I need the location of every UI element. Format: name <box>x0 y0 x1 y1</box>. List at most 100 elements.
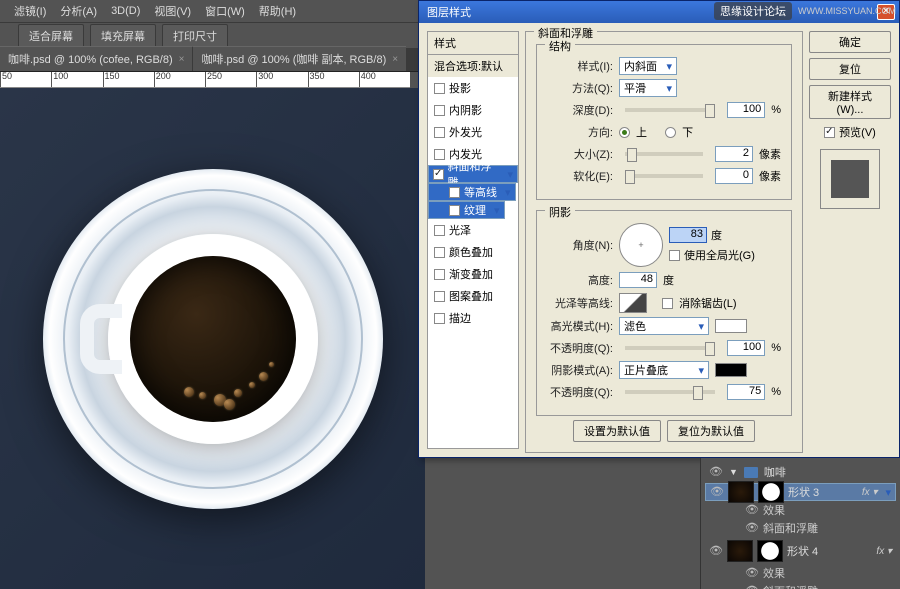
style-gradient-overlay[interactable]: 渐变叠加 <box>428 263 518 285</box>
preview-swatch <box>820 149 880 209</box>
ok-button[interactable]: 确定 <box>809 31 891 53</box>
disclosure-icon[interactable]: ▼ <box>729 467 738 477</box>
shadow-opacity-input[interactable]: 75 <box>727 384 765 400</box>
visibility-icon[interactable]: 👁 <box>709 544 723 558</box>
style-inner-shadow[interactable]: 内阴影 <box>428 99 518 121</box>
checkbox[interactable] <box>434 127 445 138</box>
style-outer-glow[interactable]: 外发光 <box>428 121 518 143</box>
checkbox[interactable] <box>434 83 445 94</box>
folder-icon <box>744 467 758 478</box>
checkbox[interactable] <box>434 269 445 280</box>
close-icon[interactable]: × <box>392 54 398 65</box>
dialog-title: 图层样式 <box>427 4 471 20</box>
angle-input[interactable]: 83 <box>669 227 707 243</box>
visibility-icon[interactable]: 👁 <box>745 503 759 517</box>
menu-window[interactable]: 窗口(W) <box>199 1 251 21</box>
shadow-color-swatch[interactable] <box>715 363 747 377</box>
highlight-mode-select[interactable]: 滤色 <box>619 317 709 335</box>
style-pattern-overlay[interactable]: 图案叠加 <box>428 285 518 307</box>
visibility-icon[interactable]: 👁 <box>709 465 723 479</box>
style-texture[interactable]: 纹理 <box>428 201 505 219</box>
checkbox[interactable] <box>434 225 445 236</box>
layer-row[interactable]: 👁 形状 3 fx ▾ <box>705 483 896 501</box>
style-satin[interactable]: 光泽 <box>428 219 518 241</box>
menu-3d[interactable]: 3D(D) <box>105 3 146 19</box>
preview-checkbox[interactable] <box>824 127 835 138</box>
fx-badge[interactable]: fx ▾ <box>876 546 892 557</box>
angle-dial[interactable] <box>619 223 663 267</box>
depth-slider[interactable] <box>625 108 715 112</box>
altitude-input[interactable]: 48 <box>619 272 657 288</box>
coffee-liquid <box>130 256 296 422</box>
shadow-mode-select[interactable]: 正片叠底 <box>619 361 709 379</box>
gloss-contour-picker[interactable] <box>619 293 647 313</box>
layer-name[interactable]: 形状 4 <box>787 543 818 559</box>
checkbox[interactable] <box>449 205 460 216</box>
vector-mask-thumbnail[interactable] <box>758 481 784 503</box>
style-contour[interactable]: 等高线 <box>428 183 516 201</box>
layer-group-header[interactable]: 👁 ▼ 咖啡 <box>705 462 896 482</box>
style-bevel-emboss[interactable]: 斜面和浮雕 <box>428 165 518 183</box>
soften-slider[interactable] <box>625 174 703 178</box>
watermark-url: WWW.MISSYUAN.COM <box>798 6 896 16</box>
highlight-opacity-slider[interactable] <box>625 346 715 350</box>
visibility-icon[interactable]: 👁 <box>745 584 759 589</box>
technique-select[interactable]: 平滑 <box>619 79 677 97</box>
ruler-horizontal: 50 100 150 200 250 300 350 400 <box>0 72 410 88</box>
checkbox[interactable] <box>449 187 460 198</box>
style-select[interactable]: 内斜面 <box>619 57 677 75</box>
effects-label[interactable]: 👁效果 <box>705 564 896 582</box>
style-drop-shadow[interactable]: 投影 <box>428 77 518 99</box>
depth-input[interactable]: 100 <box>727 102 765 118</box>
menu-filter[interactable]: 滤镜(I) <box>8 1 52 21</box>
style-stroke[interactable]: 描边 <box>428 307 518 329</box>
dialog-buttons: 确定 复位 新建样式(W)... 预览(V) <box>809 31 891 449</box>
layer-thumbnail[interactable] <box>727 540 753 562</box>
highlight-opacity-input[interactable]: 100 <box>727 340 765 356</box>
new-style-button[interactable]: 新建样式(W)... <box>809 85 891 119</box>
checkbox[interactable] <box>434 149 445 160</box>
set-default-button[interactable]: 设置为默认值 <box>573 420 661 442</box>
cancel-button[interactable]: 复位 <box>809 58 891 80</box>
soften-input[interactable]: 0 <box>715 168 753 184</box>
fill-screen-button[interactable]: 填充屏幕 <box>90 24 156 48</box>
watermark-site: 思缘设计论坛 <box>714 2 792 20</box>
layer-style-dialog: 图层样式 ✕ 样式 混合选项:默认 投影 内阴影 外发光 内发光 斜面和浮雕 等… <box>418 0 900 458</box>
checkbox[interactable] <box>434 313 445 324</box>
effect-bevel-item[interactable]: 👁斜面和浮雕 <box>705 582 896 589</box>
menu-view[interactable]: 视图(V) <box>148 1 197 21</box>
checkbox[interactable] <box>434 105 445 116</box>
blending-options-item[interactable]: 混合选项:默认 <box>428 55 518 77</box>
visibility-icon[interactable]: 👁 <box>745 566 759 580</box>
layer-row[interactable]: 👁 形状 4 fx ▾ <box>705 538 896 564</box>
layer-thumbnail[interactable] <box>728 481 754 503</box>
shadow-opacity-slider[interactable] <box>625 390 715 394</box>
highlight-color-swatch[interactable] <box>715 319 747 333</box>
effect-bevel-item[interactable]: 👁斜面和浮雕 <box>705 519 896 537</box>
canvas[interactable] <box>0 88 425 589</box>
layer-name[interactable]: 形状 3 <box>788 484 819 500</box>
reset-default-button[interactable]: 复位为默认值 <box>667 420 755 442</box>
antialias-checkbox[interactable] <box>662 298 673 309</box>
size-input[interactable]: 2 <box>715 146 753 162</box>
checkbox[interactable] <box>433 169 444 180</box>
menu-help[interactable]: 帮助(H) <box>253 1 302 21</box>
checkbox[interactable] <box>434 247 445 258</box>
dir-up-radio[interactable] <box>619 127 630 138</box>
document-tab-2[interactable]: 咖啡.psd @ 100% (咖啡 副本, RGB/8)× <box>193 46 406 71</box>
style-color-overlay[interactable]: 颜色叠加 <box>428 241 518 263</box>
document-tab-1[interactable]: 咖啡.psd @ 100% (cofee, RGB/8)× <box>0 46 192 71</box>
effects-label[interactable]: 👁效果 <box>705 501 896 519</box>
dir-down-radio[interactable] <box>665 127 676 138</box>
checkbox[interactable] <box>434 291 445 302</box>
size-slider[interactable] <box>625 152 703 156</box>
menu-analysis[interactable]: 分析(A) <box>54 1 103 21</box>
vector-mask-thumbnail[interactable] <box>757 540 783 562</box>
print-size-button[interactable]: 打印尺寸 <box>162 24 228 48</box>
visibility-icon[interactable]: 👁 <box>745 521 759 535</box>
close-icon[interactable]: × <box>179 54 185 65</box>
visibility-icon[interactable]: 👁 <box>710 485 724 499</box>
global-light-checkbox[interactable] <box>669 250 680 261</box>
fx-badge[interactable]: fx ▾ <box>862 487 878 498</box>
fit-screen-button[interactable]: 适合屏幕 <box>18 24 84 48</box>
